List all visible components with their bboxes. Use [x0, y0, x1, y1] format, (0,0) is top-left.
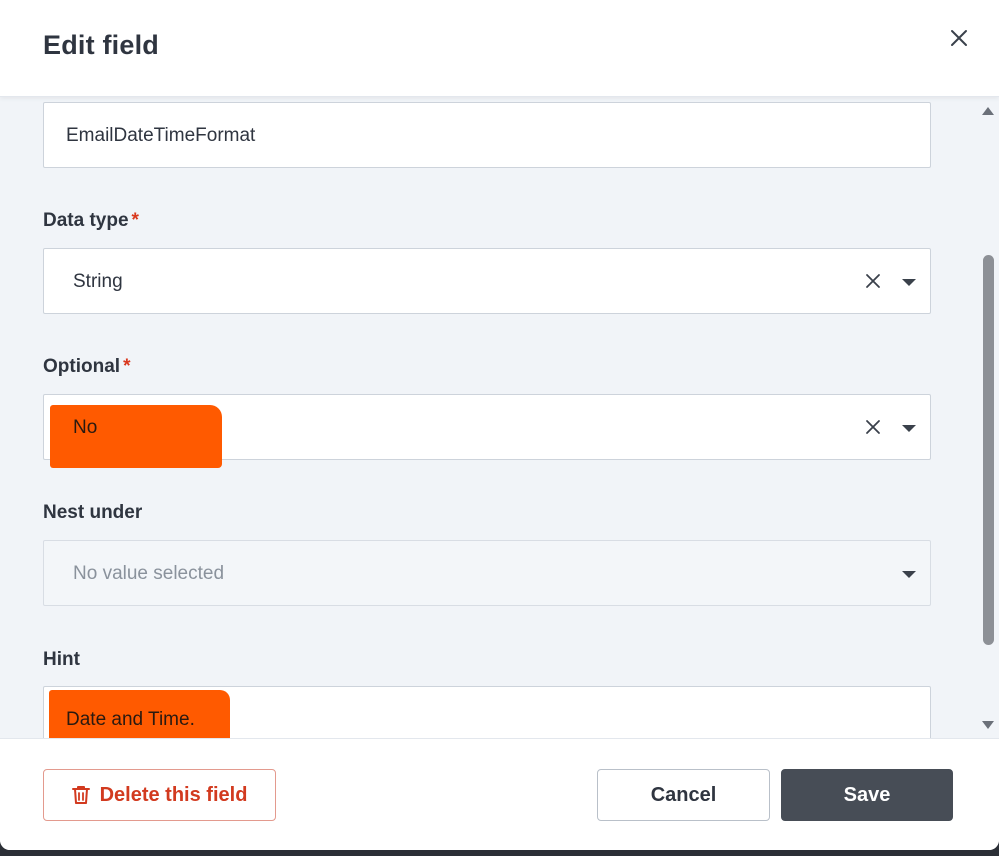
data-type-label-text: Data type — [43, 210, 129, 231]
required-marker: * — [131, 210, 139, 231]
scroll-down-arrow[interactable] — [982, 721, 994, 729]
cancel-button[interactable]: Cancel — [597, 769, 770, 821]
clear-icon[interactable] — [864, 272, 882, 290]
optional-select[interactable]: No — [43, 394, 931, 460]
data-type-value: String — [73, 271, 123, 292]
close-icon[interactable] — [946, 25, 972, 51]
chevron-down-icon[interactable] — [902, 279, 916, 286]
nest-under-placeholder: No value selected — [73, 563, 225, 584]
scroll-up-arrow[interactable] — [982, 107, 994, 115]
hint-input[interactable]: Date and Time. — [43, 686, 931, 738]
data-type-select[interactable]: String — [43, 248, 931, 314]
data-type-label: Data type * — [43, 210, 139, 232]
dialog-header: Edit field — [0, 0, 999, 97]
hint-label: Hint — [43, 649, 80, 670]
field-name-value: EmailDateTimeFormat — [66, 125, 256, 146]
dialog-body: EmailDateTimeFormat Data type * String Op… — [0, 97, 999, 738]
optional-value: No — [73, 417, 98, 438]
hint-value: Date and Time. — [66, 709, 195, 730]
optional-label-text: Optional — [43, 356, 121, 377]
chevron-down-icon[interactable] — [902, 571, 916, 578]
nest-under-select[interactable]: No value selected — [43, 540, 931, 606]
dialog-title: Edit field — [43, 30, 159, 60]
optional-label: Optional * — [43, 356, 130, 378]
delete-field-button[interactable]: Delete this field — [43, 769, 276, 821]
delete-field-label: Delete this field — [99, 783, 248, 806]
dialog-footer: Delete this field Cancel Save — [0, 738, 999, 850]
required-marker: * — [123, 356, 131, 377]
clear-icon[interactable] — [864, 418, 882, 436]
save-button[interactable]: Save — [781, 769, 953, 821]
nest-under-label: Nest under — [43, 502, 143, 523]
trash-icon — [71, 785, 90, 805]
field-name-input[interactable]: EmailDateTimeFormat — [43, 102, 931, 168]
scrollbar-thumb[interactable] — [983, 255, 994, 645]
chevron-down-icon[interactable] — [902, 425, 916, 432]
edit-field-dialog: Edit field EmailDateTimeFormat Data type… — [0, 0, 999, 850]
